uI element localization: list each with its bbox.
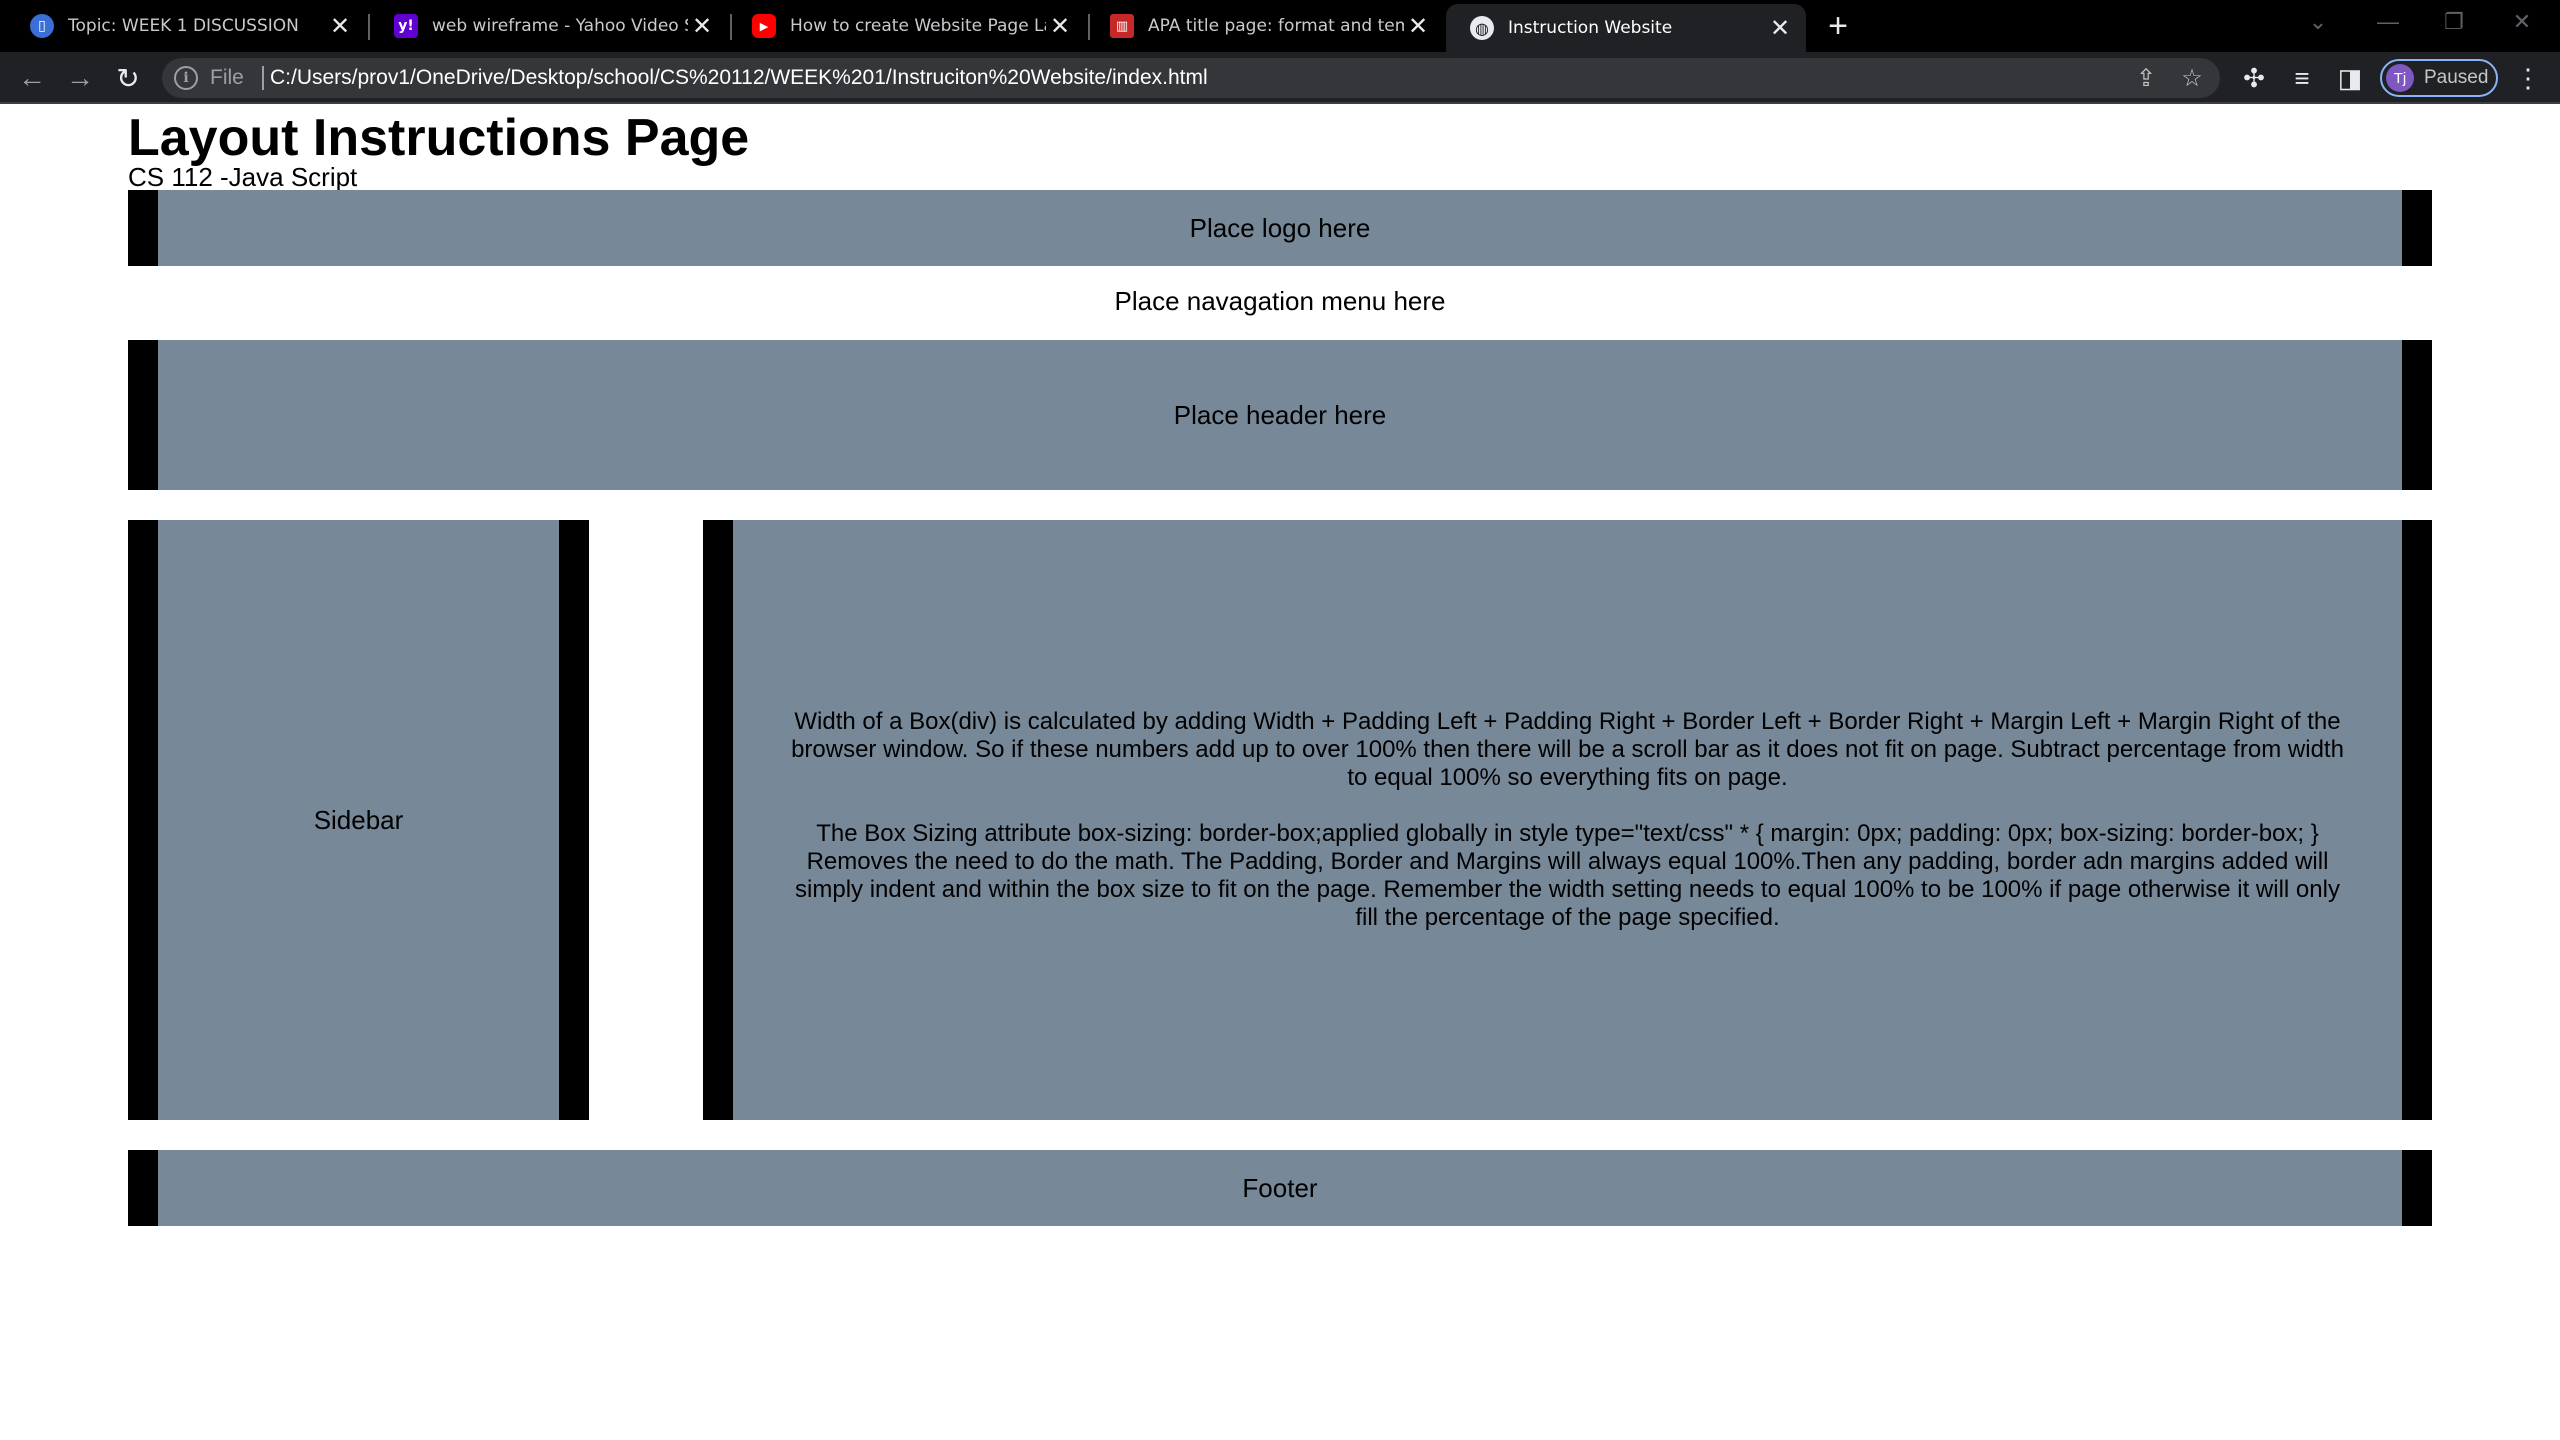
tab-title: web wireframe - Yahoo Video Se xyxy=(432,16,688,36)
book-icon: ▥ xyxy=(1110,14,1134,38)
address-divider xyxy=(262,66,264,90)
close-icon[interactable]: ✕ xyxy=(1046,12,1074,40)
avatar: Tj xyxy=(2386,64,2414,92)
page-title: Layout Instructions Page xyxy=(128,109,750,167)
tab-search-chevron-icon[interactable]: ⌄ xyxy=(2298,6,2338,38)
reload-icon[interactable]: ↻ xyxy=(110,60,146,96)
new-tab-button[interactable]: + xyxy=(1820,7,1856,45)
course-icon: ▯ xyxy=(30,14,54,38)
youtube-icon: ▶ xyxy=(752,14,776,38)
side-panel-icon[interactable]: ◨ xyxy=(2332,60,2368,96)
footer-text: Footer xyxy=(1242,1172,1318,1203)
url-text[interactable]: C:/Users/prov1/OneDrive/Desktop/school/C… xyxy=(270,66,1208,90)
navigation-placeholder-text: Place navagation menu here xyxy=(1114,286,1446,316)
forward-arrow-icon[interactable]: → xyxy=(62,60,98,96)
bookmark-star-icon[interactable]: ☆ xyxy=(2176,62,2208,94)
extensions-puzzle-icon[interactable]: ✣ xyxy=(2236,60,2272,96)
tab-title: APA title page: format and templ xyxy=(1148,16,1404,36)
footer-box: Footer xyxy=(128,1150,2432,1226)
web-page: Layout Instructions Page CS 112 -Java Sc… xyxy=(0,106,2560,1440)
close-icon[interactable]: ✕ xyxy=(326,12,354,40)
info-icon[interactable]: i xyxy=(174,66,198,90)
content-paragraph-2: The Box Sizing attribute box-sizing: bor… xyxy=(795,820,2340,931)
menu-kebab-icon[interactable]: ⋮ xyxy=(2510,60,2546,96)
address-bar[interactable]: i File C:/Users/prov1/OneDrive/Desktop/s… xyxy=(162,58,2220,98)
tab-youtube[interactable]: ▶ How to create Website Page Lay ✕ xyxy=(728,4,1086,48)
globe-icon: ◍ xyxy=(1470,16,1494,40)
logo-box: Place logo here xyxy=(128,190,2432,266)
scheme-label: File xyxy=(210,66,244,89)
tab-week1-discussion[interactable]: ▯ Topic: WEEK 1 DISCUSSION ✕ xyxy=(6,4,366,48)
header-box: Place header here xyxy=(128,340,2432,490)
tab-instruction-website[interactable]: ◍ Instruction Website ✕ xyxy=(1446,4,1806,52)
tab-apa-title-page[interactable]: ▥ APA title page: format and templ ✕ xyxy=(1086,4,1444,48)
tab-strip: ▯ Topic: WEEK 1 DISCUSSION ✕ y! web wire… xyxy=(0,0,2560,52)
tab-title: How to create Website Page Lay xyxy=(790,16,1046,36)
close-icon[interactable]: ✕ xyxy=(1766,14,1794,42)
sidebar-box: Sidebar xyxy=(128,520,589,1120)
back-arrow-icon[interactable]: ← xyxy=(14,60,50,96)
header-placeholder-text: Place header here xyxy=(1173,399,1387,430)
tab-yahoo-video[interactable]: y! web wireframe - Yahoo Video Se ✕ xyxy=(370,4,728,48)
close-icon[interactable]: ✕ xyxy=(688,12,716,40)
browser-toolbar: ← → ↻ i File C:/Users/prov1/OneDrive/Des… xyxy=(0,52,2560,104)
close-window-icon[interactable]: ✕ xyxy=(2502,6,2542,38)
media-queue-icon[interactable]: ≡ xyxy=(2284,60,2320,96)
page-subtitle: CS 112 -Java Script xyxy=(128,162,358,192)
sidebar-text: Sidebar xyxy=(313,804,404,835)
logo-placeholder-text: Place logo here xyxy=(1189,212,1371,243)
profile-status: Paused xyxy=(2424,67,2489,88)
content-paragraph-1: Width of a Box(div) is calculated by add… xyxy=(791,708,2344,791)
main-content-box: Width of a Box(div) is calculated by add… xyxy=(703,520,2432,1120)
minimize-icon[interactable]: — xyxy=(2368,6,2408,38)
profile-button[interactable]: Tj Paused xyxy=(2380,59,2498,97)
share-icon[interactable]: ⇪ xyxy=(2130,62,2162,94)
close-icon[interactable]: ✕ xyxy=(1404,12,1432,40)
restore-icon[interactable]: ❐ xyxy=(2434,6,2474,38)
tab-title: Topic: WEEK 1 DISCUSSION xyxy=(68,16,299,36)
yahoo-icon: y! xyxy=(394,14,418,38)
tab-title: Instruction Website xyxy=(1508,18,1673,38)
